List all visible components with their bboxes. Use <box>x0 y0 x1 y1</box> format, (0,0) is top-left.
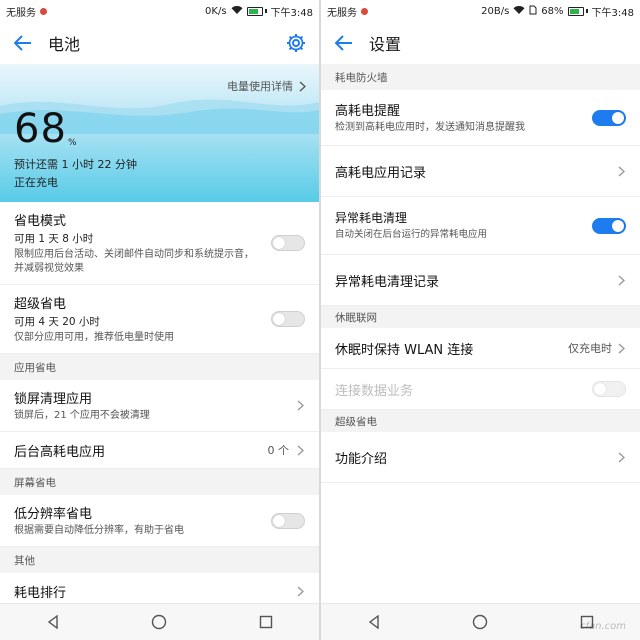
nav-back-icon[interactable] <box>42 611 64 633</box>
row-title: 异常耗电清理 <box>335 211 408 225</box>
row-desc: 仅部分应用可用，推荐低电量时使用 <box>14 332 174 343</box>
page-title: 电池 <box>48 35 81 54</box>
row-desc: 限制应用后台活动、关闭邮件自动同步和系统提示音，并减弱视觉效果 <box>14 249 254 274</box>
battery-percent-unit: % <box>68 138 77 148</box>
nav-home-icon[interactable] <box>148 611 170 633</box>
carrier-text: 无服务 <box>327 7 357 19</box>
power-saving-mode-row[interactable]: 省电模式 可用 1 天 8 小时 限制应用后台活动、关闭邮件自动同步和系统提示音… <box>0 202 319 285</box>
app-bar: 电池 <box>0 22 319 64</box>
clock: 下午3:48 <box>270 7 313 19</box>
row-title: 异常耗电清理记录 <box>335 274 440 290</box>
chevron-right-icon <box>297 80 307 92</box>
section-super-saving: 超级省电 <box>321 410 640 432</box>
row-desc: 自动关闭在后台运行的异常耗电应用 <box>335 229 488 240</box>
abnormal-clean-record-row[interactable]: 异常耗电清理记录 <box>321 255 640 306</box>
sim-icon <box>529 5 537 18</box>
battery-icon <box>567 6 588 16</box>
left-screen: 无服务 0K/s 下午3:48 电池 电量使用详情 68 % 预计还需 1 小时… <box>0 0 319 640</box>
section-app-saving: 应用省电 <box>0 354 319 380</box>
abnormal-clean-row[interactable]: 异常耗电清理 自动关闭在后台运行的异常耗电应用 <box>321 197 640 255</box>
back-arrow-icon[interactable] <box>10 30 36 56</box>
row-title: 低分辨率省电 <box>14 507 93 522</box>
status-bar: 无服务 20B/s 68% 下午3:48 <box>321 0 640 22</box>
section-sleep-network: 休眠联网 <box>321 306 640 328</box>
row-title: 后台高耗电应用 <box>14 444 106 460</box>
chevron-right-icon <box>295 444 305 456</box>
chevron-right-icon <box>616 165 626 177</box>
chevron-right-icon <box>616 451 626 463</box>
nav-back-icon[interactable] <box>363 611 385 633</box>
section-screen-saving: 屏幕省电 <box>0 469 319 495</box>
notification-icon <box>361 7 368 15</box>
row-title: 超级省电 <box>14 297 67 312</box>
super-saving-row[interactable]: 超级省电 可用 4 天 20 小时 仅部分应用可用，推荐低电量时使用 <box>0 285 319 354</box>
wifi-icon <box>513 5 525 17</box>
row-title: 高耗电应用记录 <box>335 165 427 181</box>
low-resolution-toggle[interactable] <box>271 512 305 529</box>
mobile-data-row: 连接数据业务 <box>321 369 640 410</box>
back-arrow-icon[interactable] <box>331 30 357 56</box>
section-power-firewall: 耗电防火墙 <box>321 64 640 90</box>
usage-details-label: 电量使用详情 <box>227 80 293 93</box>
nav-recents-icon[interactable] <box>255 611 277 633</box>
row-title: 耗电排行 <box>14 585 67 601</box>
network-speed: 20B/s <box>481 5 510 17</box>
row-title: 功能介绍 <box>335 451 388 467</box>
row-title: 高耗电提醒 <box>335 104 401 119</box>
section-other: 其他 <box>0 547 319 573</box>
row-value: 仅充电时 <box>568 342 612 355</box>
row-title: 锁屏清理应用 <box>14 392 93 407</box>
wifi-icon <box>231 5 243 17</box>
high-power-record-row[interactable]: 高耗电应用记录 <box>321 146 640 197</box>
row-desc: 检测到高耗电应用时，发送通知消息提醒我 <box>335 122 525 133</box>
network-speed: 0K/s <box>205 5 227 17</box>
navigation-bar <box>0 603 319 640</box>
remaining-time: 预计还需 1 小时 22 分钟 <box>14 158 137 171</box>
nav-home-icon[interactable] <box>469 611 491 633</box>
battery-percent-text: 68% <box>541 5 564 17</box>
charging-status: 正在充电 <box>14 176 58 189</box>
battery-icon <box>246 6 267 16</box>
abnormal-clean-toggle[interactable] <box>592 217 626 234</box>
row-value: 0 个 <box>267 444 290 457</box>
row-title: 省电模式 <box>14 214 67 229</box>
power-saving-toggle[interactable] <box>271 235 305 251</box>
chevron-right-icon <box>616 274 626 286</box>
row-title: 休眠时保持 WLAN 连接 <box>335 342 474 358</box>
status-bar: 无服务 0K/s 下午3:48 <box>0 0 319 22</box>
chevron-right-icon <box>295 585 305 597</box>
notification-icon <box>40 7 47 15</box>
wlan-keep-row[interactable]: 休眠时保持 WLAN 连接 仅充电时 <box>321 328 640 369</box>
background-high-power-row[interactable]: 后台高耗电应用 0 个 <box>0 432 319 469</box>
mobile-data-toggle <box>592 381 626 397</box>
battery-percent: 68 <box>14 106 67 152</box>
row-desc: 锁屏后，21 个应用不会被清理 <box>14 410 150 421</box>
app-bar: 设置 <box>321 22 640 64</box>
watermark: cfan.com <box>579 621 626 632</box>
carrier-text: 无服务 <box>6 7 36 19</box>
right-screen: 无服务 20B/s 68% 下午3:48 设置 耗电防火墙 高耗电提醒 检测到高… <box>321 0 640 640</box>
battery-banner: 电量使用详情 68 % 预计还需 1 小时 22 分钟 正在充电 <box>0 64 319 202</box>
high-power-alert-toggle[interactable] <box>592 109 626 126</box>
gear-icon[interactable] <box>283 30 309 56</box>
chevron-right-icon <box>295 400 305 411</box>
row-available: 可用 4 天 20 小时 <box>14 316 100 328</box>
row-desc: 根据需要自动降低分辨率，有助于省电 <box>14 525 184 536</box>
high-power-alert-row[interactable]: 高耗电提醒 检测到高耗电应用时，发送通知消息提醒我 <box>321 90 640 146</box>
clock: 下午3:48 <box>591 7 634 19</box>
row-title: 连接数据业务 <box>335 383 414 399</box>
lockscreen-clean-row[interactable]: 锁屏清理应用 锁屏后，21 个应用不会被清理 <box>0 380 319 432</box>
super-saving-toggle[interactable] <box>271 311 305 327</box>
chevron-right-icon <box>616 342 626 354</box>
usage-details-link[interactable]: 电量使用详情 <box>227 78 307 94</box>
row-available: 可用 1 天 8 小时 <box>14 233 94 245</box>
low-resolution-row[interactable]: 低分辨率省电 根据需要自动降低分辨率，有助于省电 <box>0 495 319 547</box>
feature-intro-row[interactable]: 功能介绍 <box>321 432 640 483</box>
page-title: 设置 <box>369 35 402 54</box>
